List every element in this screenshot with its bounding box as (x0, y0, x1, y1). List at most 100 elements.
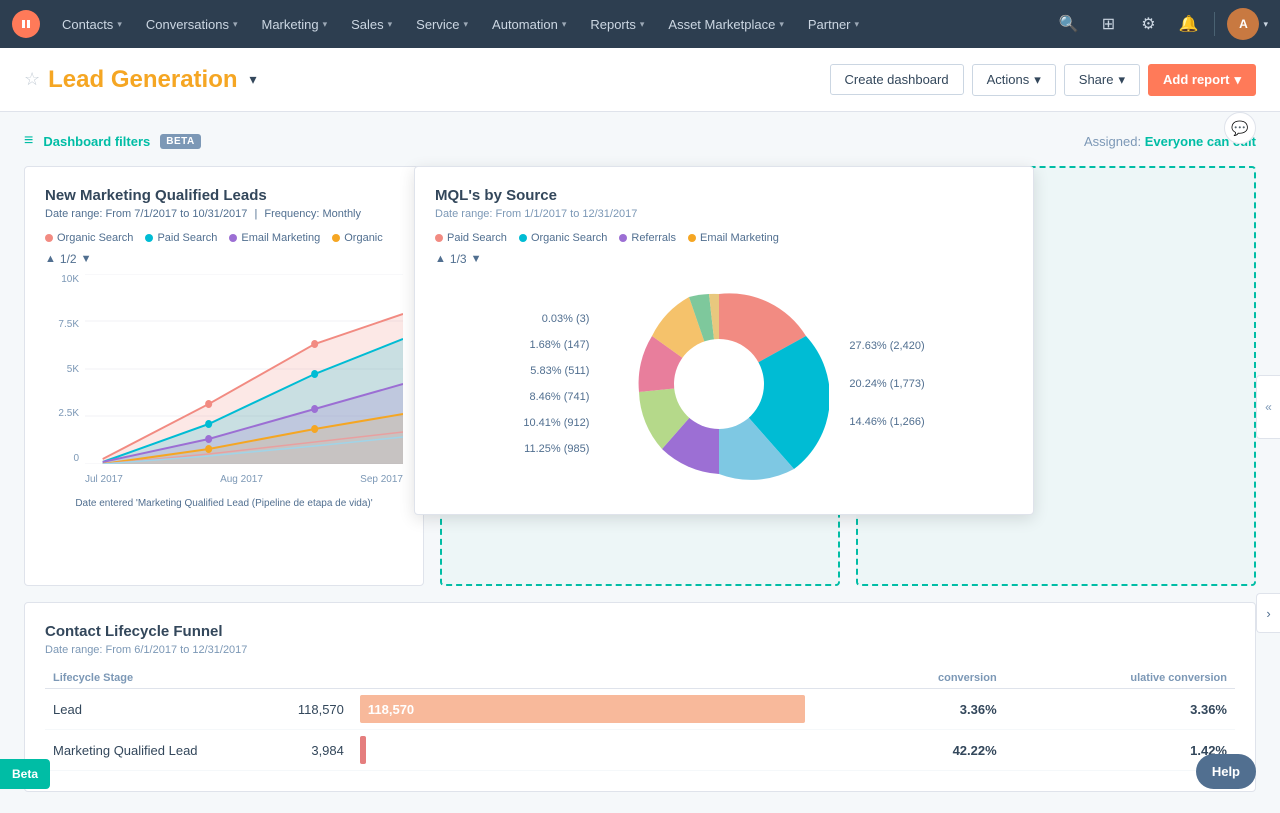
chevron-down-icon: ▾ (233, 19, 238, 30)
nav-icon-group: 🔍 ⊞ ⚙ 🔔 A ▾ (1050, 6, 1268, 42)
legend-dot (519, 234, 527, 242)
filter-label[interactable]: Dashboard filters (43, 134, 150, 149)
pie-legend-paid: Paid Search (435, 232, 507, 244)
chevron-down-icon: ▾ (1118, 72, 1125, 88)
pie-legend-organic: Organic Search (519, 232, 607, 244)
filter-icon: ≡ (24, 132, 33, 150)
add-report-button[interactable]: Add report ▾ (1148, 64, 1256, 96)
nav-marketing[interactable]: Marketing ▾ (251, 0, 337, 48)
nav-service[interactable]: Service ▾ (406, 0, 478, 48)
pie-subtitle: Date range: From 1/1/2017 to 12/31/2017 (435, 208, 1013, 220)
hubspot-logo[interactable] (12, 10, 40, 38)
cumulative-lead: 3.36% (1005, 689, 1235, 730)
pie-title: MQL's by Source (435, 187, 1013, 204)
dashboard-content: ≡ Dashboard filters BETA Assigned: Every… (0, 112, 1280, 812)
nav-asset-marketplace[interactable]: Asset Marketplace ▾ (658, 0, 793, 48)
nav-sales[interactable]: Sales ▾ (341, 0, 402, 48)
funnel-subtitle: Date range: From 6/1/2017 to 12/31/2017 (45, 644, 1235, 656)
next-pie-page[interactable]: ▼ (471, 253, 482, 265)
col-cumulative: ulative conversion (1005, 668, 1235, 689)
conversion-lead: 3.36% (852, 689, 1005, 730)
stage-mql: Marketing Qualified Lead (45, 730, 225, 771)
x-axis-label: Date entered 'Marketing Qualified Lead (… (45, 498, 403, 509)
chevron-down-icon: ▾ (779, 19, 784, 30)
pie-legend-email: Email Marketing (688, 232, 779, 244)
sidebar-collapse-button[interactable]: « (1256, 375, 1280, 439)
funnel-title: Contact Lifecycle Funnel (45, 623, 1235, 640)
legend-paid-search: Paid Search (145, 232, 217, 244)
col-conversion: conversion (852, 668, 1005, 689)
header-left: ☆ Lead Generation ▾ (24, 66, 830, 94)
chevron-down-icon: ▾ (388, 19, 393, 30)
pie-chart-container: 0.03% (3) 1.68% (147) 5.83% (511) 8.46% … (435, 274, 1013, 494)
count-mql: 3,984 (225, 730, 352, 771)
chevron-down-icon: ▾ (562, 19, 567, 30)
bar-lead: 118,570 (352, 689, 852, 730)
chevron-left-icon: « (1265, 400, 1272, 414)
chevron-right-icon: › (1266, 606, 1270, 621)
pie-legend-referrals: Referrals (619, 232, 676, 244)
search-button[interactable]: 🔍 (1050, 6, 1086, 42)
col-lifecycle: Lifecycle Stage (45, 668, 225, 689)
legend-dot (619, 234, 627, 242)
mql-chart-title: New Marketing Qualified Leads (45, 187, 403, 204)
mql-chart-subtitle: Date range: From 7/1/2017 to 10/31/2017 … (45, 208, 403, 220)
top-navigation: Contacts ▾ Conversations ▾ Marketing ▾ S… (0, 0, 1280, 48)
header-actions: Create dashboard Actions ▾ Share ▾ Add r… (830, 64, 1256, 96)
pie-labels-right: 27.63% (2,420) 20.24% (1,773) 14.46% (1,… (849, 340, 924, 428)
beta-feedback-button[interactable]: Beta (0, 759, 50, 789)
pie-labels-left: 0.03% (3) 1.68% (147) 5.83% (511) 8.46% … (523, 313, 589, 455)
chevron-down-icon: ▾ (855, 19, 860, 30)
legend-dot (229, 234, 237, 242)
chevron-down-icon: ▾ (464, 19, 469, 30)
mql-legend: Organic Search Paid Search Email Marketi… (45, 232, 403, 244)
filter-bar: ≡ Dashboard filters BETA Assigned: Every… (24, 132, 1256, 150)
prev-pie-page[interactable]: ▲ (435, 253, 446, 265)
next-slide-arrow[interactable]: › (1256, 593, 1280, 633)
legend-dot (688, 234, 696, 242)
chat-icon-button[interactable]: 💬 (1224, 112, 1256, 144)
mql-page-nav: ▲ 1/2 ▼ (45, 252, 403, 266)
favorite-star-icon[interactable]: ☆ (24, 69, 40, 90)
pie-legend: Paid Search Organic Search Referrals Ema… (435, 232, 1013, 244)
beta-badge: BETA (160, 134, 200, 149)
pie-chart-popup: MQL's by Source Date range: From 1/1/201… (414, 166, 1034, 515)
chevron-down-icon: ▾ (640, 19, 645, 30)
nav-reports[interactable]: Reports ▾ (580, 0, 654, 48)
chevron-down-icon: ▾ (323, 19, 328, 30)
conversion-mql: 42.22% (852, 730, 1005, 771)
legend-dot (45, 234, 53, 242)
legend-dot (332, 234, 340, 242)
chevron-down-icon: ▾ (1234, 72, 1241, 88)
help-button[interactable]: Help (1196, 754, 1256, 789)
chart-area (85, 274, 403, 464)
chart-x-axis: Jul 2017 Aug 2017 Sep 2017 (85, 464, 403, 494)
funnel-card: Contact Lifecycle Funnel Date range: Fro… (24, 602, 1256, 792)
nav-automation[interactable]: Automation ▾ (482, 0, 576, 48)
prev-page-arrow[interactable]: ▲ (45, 253, 56, 265)
nav-contacts[interactable]: Contacts ▾ (52, 0, 132, 48)
nav-partner[interactable]: Partner ▾ (798, 0, 869, 48)
share-button[interactable]: Share ▾ (1064, 64, 1140, 96)
nav-conversations[interactable]: Conversations ▾ (136, 0, 248, 48)
mql-line-chart: 10K 7.5K 5K 2.5K 0 (45, 274, 403, 494)
marketplace-icon[interactable]: ⊞ (1090, 6, 1126, 42)
col-count (225, 668, 352, 689)
create-dashboard-button[interactable]: Create dashboard (830, 64, 964, 95)
avatar-chevron-icon[interactable]: ▾ (1263, 19, 1268, 30)
settings-icon[interactable]: ⚙ (1130, 6, 1166, 42)
user-avatar[interactable]: A (1227, 8, 1259, 40)
table-row: Lead 118,570 118,570 3.36% 3.36% (45, 689, 1235, 730)
next-page-arrow[interactable]: ▼ (81, 253, 92, 265)
line-chart-svg (85, 274, 403, 464)
chart-y-axis: 10K 7.5K 5K 2.5K 0 (45, 274, 85, 464)
col-bar (352, 668, 852, 689)
page-title: Lead Generation (48, 66, 237, 94)
stage-lead: Lead (45, 689, 225, 730)
page-header: ☆ Lead Generation ▾ Create dashboard Act… (0, 48, 1280, 112)
actions-button[interactable]: Actions ▾ (972, 64, 1056, 96)
legend-dot (435, 234, 443, 242)
title-dropdown-icon[interactable]: ▾ (250, 71, 257, 88)
notifications-icon[interactable]: 🔔 (1170, 6, 1206, 42)
chevron-down-icon: ▾ (1034, 72, 1041, 88)
